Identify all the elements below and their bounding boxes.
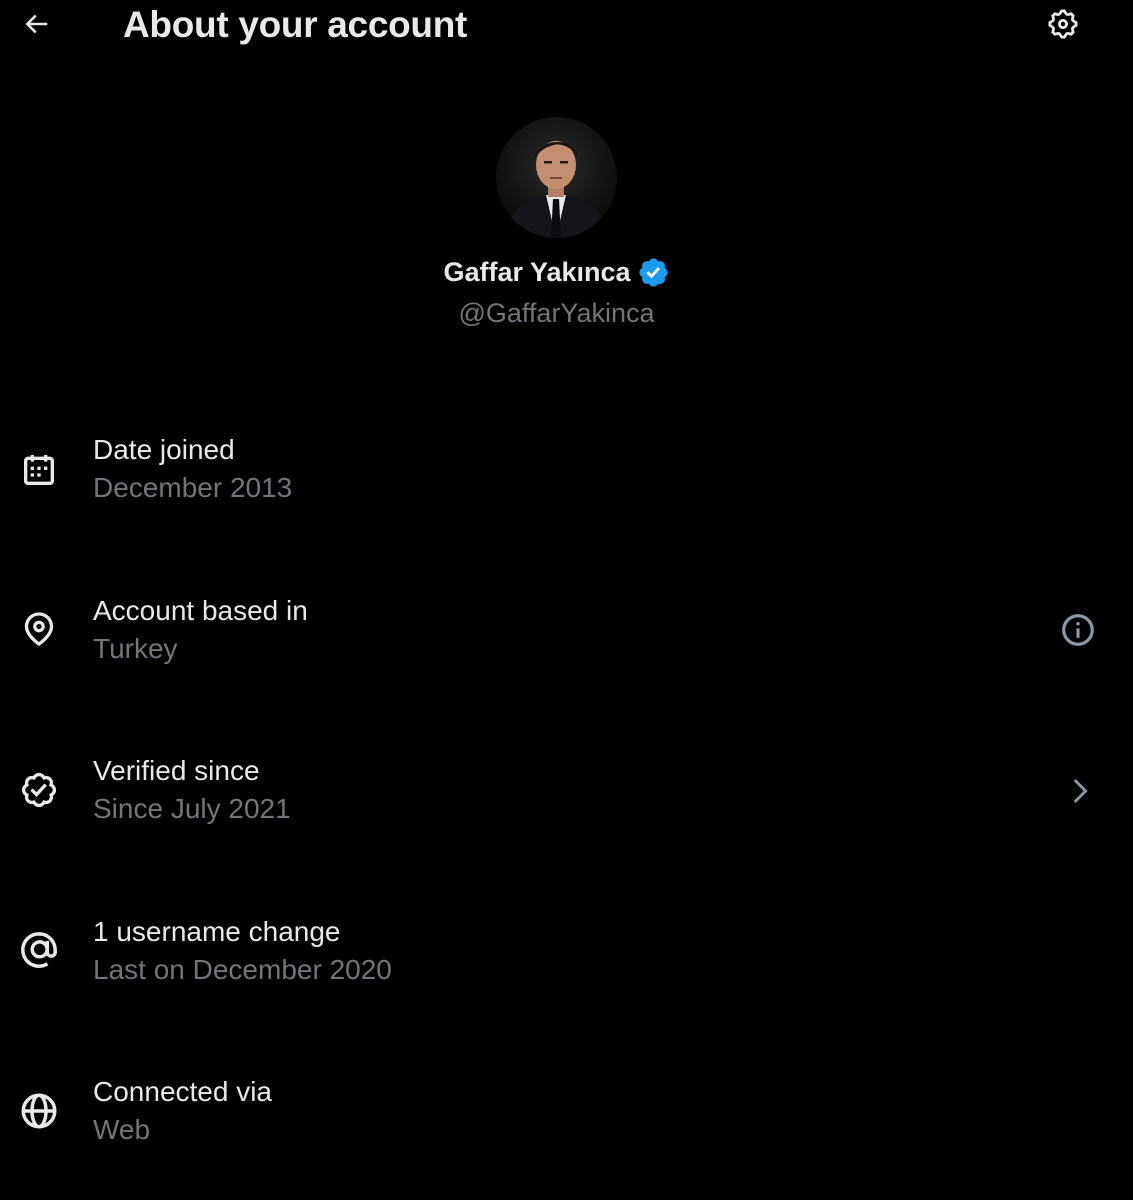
row-label: Date joined (93, 434, 235, 465)
row-value: Turkey (93, 633, 178, 664)
verified-check-icon (15, 766, 63, 814)
back-button[interactable] (14, 4, 58, 48)
row-label: 1 username change (93, 916, 341, 947)
connected-via-row: Connected via Web (0, 1072, 1133, 1172)
gear-icon (1046, 7, 1080, 46)
profile-name: Gaffar Yakınca (443, 257, 631, 287)
row-label: Account based in (93, 595, 308, 626)
verified-since-row[interactable]: Verified since Since July 2021 (0, 751, 1133, 851)
row-value: Since July 2021 (93, 793, 291, 824)
chevron-right-icon[interactable] (1058, 769, 1102, 813)
page-title: About your account (123, 4, 468, 45)
account-based-in-row: Account based in Turkey (0, 591, 1133, 691)
arrow-left-icon (21, 9, 51, 44)
row-label: Connected via (93, 1076, 273, 1107)
row-value: Last on December 2020 (93, 954, 392, 985)
page-header: About your account (0, 0, 1133, 52)
location-pin-icon (15, 605, 63, 653)
row-value: December 2013 (93, 472, 293, 503)
at-sign-icon (15, 926, 63, 974)
row-label: Verified since (93, 755, 260, 786)
globe-icon (15, 1087, 63, 1135)
verified-badge-icon (637, 256, 670, 289)
profile-handle: @GaffarYakinca (458, 298, 655, 328)
avatar[interactable] (496, 117, 617, 238)
calendar-icon (15, 446, 63, 494)
username-change-row: 1 username change Last on December 2020 (0, 912, 1133, 1012)
row-value: Web (93, 1114, 151, 1145)
profile-name-row: Gaffar Yakınca (0, 252, 1113, 292)
date-joined-row: Date joined December 2013 (0, 430, 1133, 530)
info-icon[interactable] (1056, 608, 1100, 652)
settings-button[interactable] (1040, 3, 1086, 49)
